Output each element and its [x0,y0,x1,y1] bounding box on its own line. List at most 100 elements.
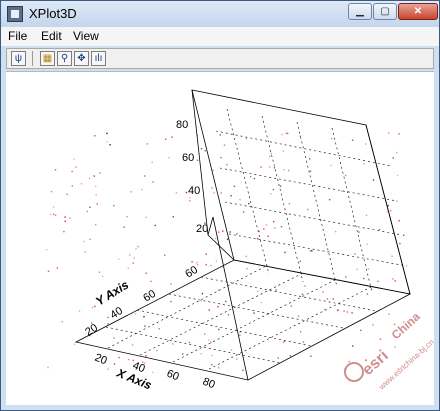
scatter-point [230,195,232,197]
scatter-point [219,134,221,136]
scatter-point [46,248,48,251]
scatter-point [152,181,154,183]
maximize-button[interactable]: ▢ [373,3,397,20]
scatter-point [226,238,229,240]
scatter-point [158,328,160,330]
z-tick-label: 80 [176,119,188,131]
pan-icon[interactable]: ✥ [74,51,89,66]
scatter-point [356,268,358,271]
scatter-point [143,362,146,364]
scatter-point [107,323,109,325]
watermark-line1: China [389,309,423,342]
plot-canvas[interactable]: 80 60 40 20 60 60 40 20 Y Axis 20 40 60 … [6,71,436,405]
y-tick-label: 60 [141,288,158,305]
scatter-point [398,220,400,222]
scatter-point [396,151,398,154]
scatter-point [145,216,147,218]
scatter-point [354,253,356,255]
scatter-point [172,216,174,218]
scatter-point [118,258,120,260]
app-window: XPlot3D ▁ ▢ ✕ File Edit View ψ ▦ ⚲ ✥ ılı [0,0,440,411]
scatter-point [89,334,91,337]
scatter-point [403,234,405,236]
scatter-point [145,272,147,274]
scatter-point [220,192,222,194]
scatter-point [127,358,130,361]
scatter-point [239,334,241,336]
minimize-button[interactable]: ▁ [348,3,372,20]
scatter-point [143,316,145,318]
scatter-point [133,257,135,259]
scatter-point [227,314,230,316]
scatter-point [246,268,248,270]
scatter-point [299,135,301,137]
scatter-point [288,203,290,205]
scatter-point [396,174,399,177]
scatter-point [377,280,379,282]
chart-icon[interactable]: ılı [91,51,106,66]
select-icon[interactable]: ▦ [40,51,55,66]
menu-file[interactable]: File [8,29,27,43]
scatter-point [236,358,238,360]
scatter-point [200,300,202,302]
x-tick-label: 80 [201,376,217,392]
app-icon[interactable] [7,6,23,22]
scatter-point [150,280,152,283]
watermark-logo: esri [359,347,392,379]
scatter-point [144,175,146,177]
scatter-point [267,235,269,237]
scatter-point [83,240,85,243]
scatter-point [113,363,116,365]
menu-view[interactable]: View [73,29,99,43]
scatter-point [123,226,125,228]
scatter-point [212,169,214,171]
scatter-point [211,354,213,357]
zoom-icon[interactable]: ⚲ [57,51,72,66]
scatter-point [345,276,347,278]
scatter-point [391,255,393,257]
scatter-point [126,216,128,218]
scatter-point [95,194,97,196]
scatter-point [189,200,191,202]
axes-icon[interactable]: ψ [11,51,26,66]
scatter-point [352,345,354,347]
scatter-point [205,263,207,266]
scatter-point [211,187,213,189]
scatter-point [309,250,312,252]
scatter-point [168,157,170,159]
scatter-point [242,211,245,213]
scatter-point [366,293,369,295]
title-bar[interactable]: XPlot3D ▁ ▢ ✕ [1,1,439,28]
scatter-point [220,157,222,159]
scatter-point [253,312,255,314]
scatter-point [89,238,91,240]
scatter-point [248,202,250,205]
scatter-point [156,349,158,352]
scatter-point [208,309,210,311]
scatter-point [218,231,220,233]
scatter-point [98,271,101,273]
close-button[interactable]: ✕ [398,3,438,20]
scatter-point [71,185,73,187]
scatter-point [196,134,199,137]
scatter-point [145,355,147,357]
z-tick-label: 40 [188,185,200,197]
scatter-point [299,260,301,263]
scatter-point [171,136,173,138]
menu-edit[interactable]: Edit [41,29,62,43]
scatter-point [165,138,167,140]
scatter-point [188,341,191,344]
scatter-point [379,338,382,340]
scatter-point [191,185,194,187]
scatter-point [245,137,247,140]
scatter-point [363,277,365,280]
scatter-point [274,227,276,229]
scatter-point [142,361,144,363]
scatter-point [134,313,137,315]
scatter-point [309,158,311,160]
toolbar-separator [32,51,33,66]
scatter-point [269,155,271,158]
scatter-point [189,197,191,199]
scatter-point [223,144,226,146]
x-tick-label: 60 [165,368,181,384]
